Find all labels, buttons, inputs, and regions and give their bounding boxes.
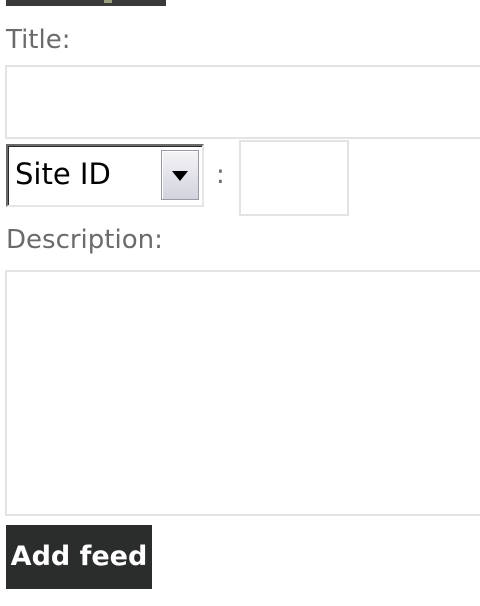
chevron-down-icon xyxy=(172,171,188,181)
description-label: Description: xyxy=(6,225,163,255)
add-feed-button[interactable]: Add feed xyxy=(6,525,152,589)
id-value-input[interactable] xyxy=(239,140,349,216)
title-label: Title: xyxy=(6,25,71,55)
id-type-select[interactable]: Site ID xyxy=(6,144,204,207)
add-feed-form: Title: Site ID : Description: Add feed xyxy=(0,0,480,606)
description-textarea[interactable] xyxy=(5,270,480,516)
dropdown-button[interactable] xyxy=(161,150,199,200)
id-separator: : xyxy=(216,160,225,190)
header-image-detail xyxy=(104,0,112,3)
header-image xyxy=(6,0,166,6)
id-type-selected-value: Site ID xyxy=(15,157,111,191)
title-input[interactable] xyxy=(5,65,480,139)
